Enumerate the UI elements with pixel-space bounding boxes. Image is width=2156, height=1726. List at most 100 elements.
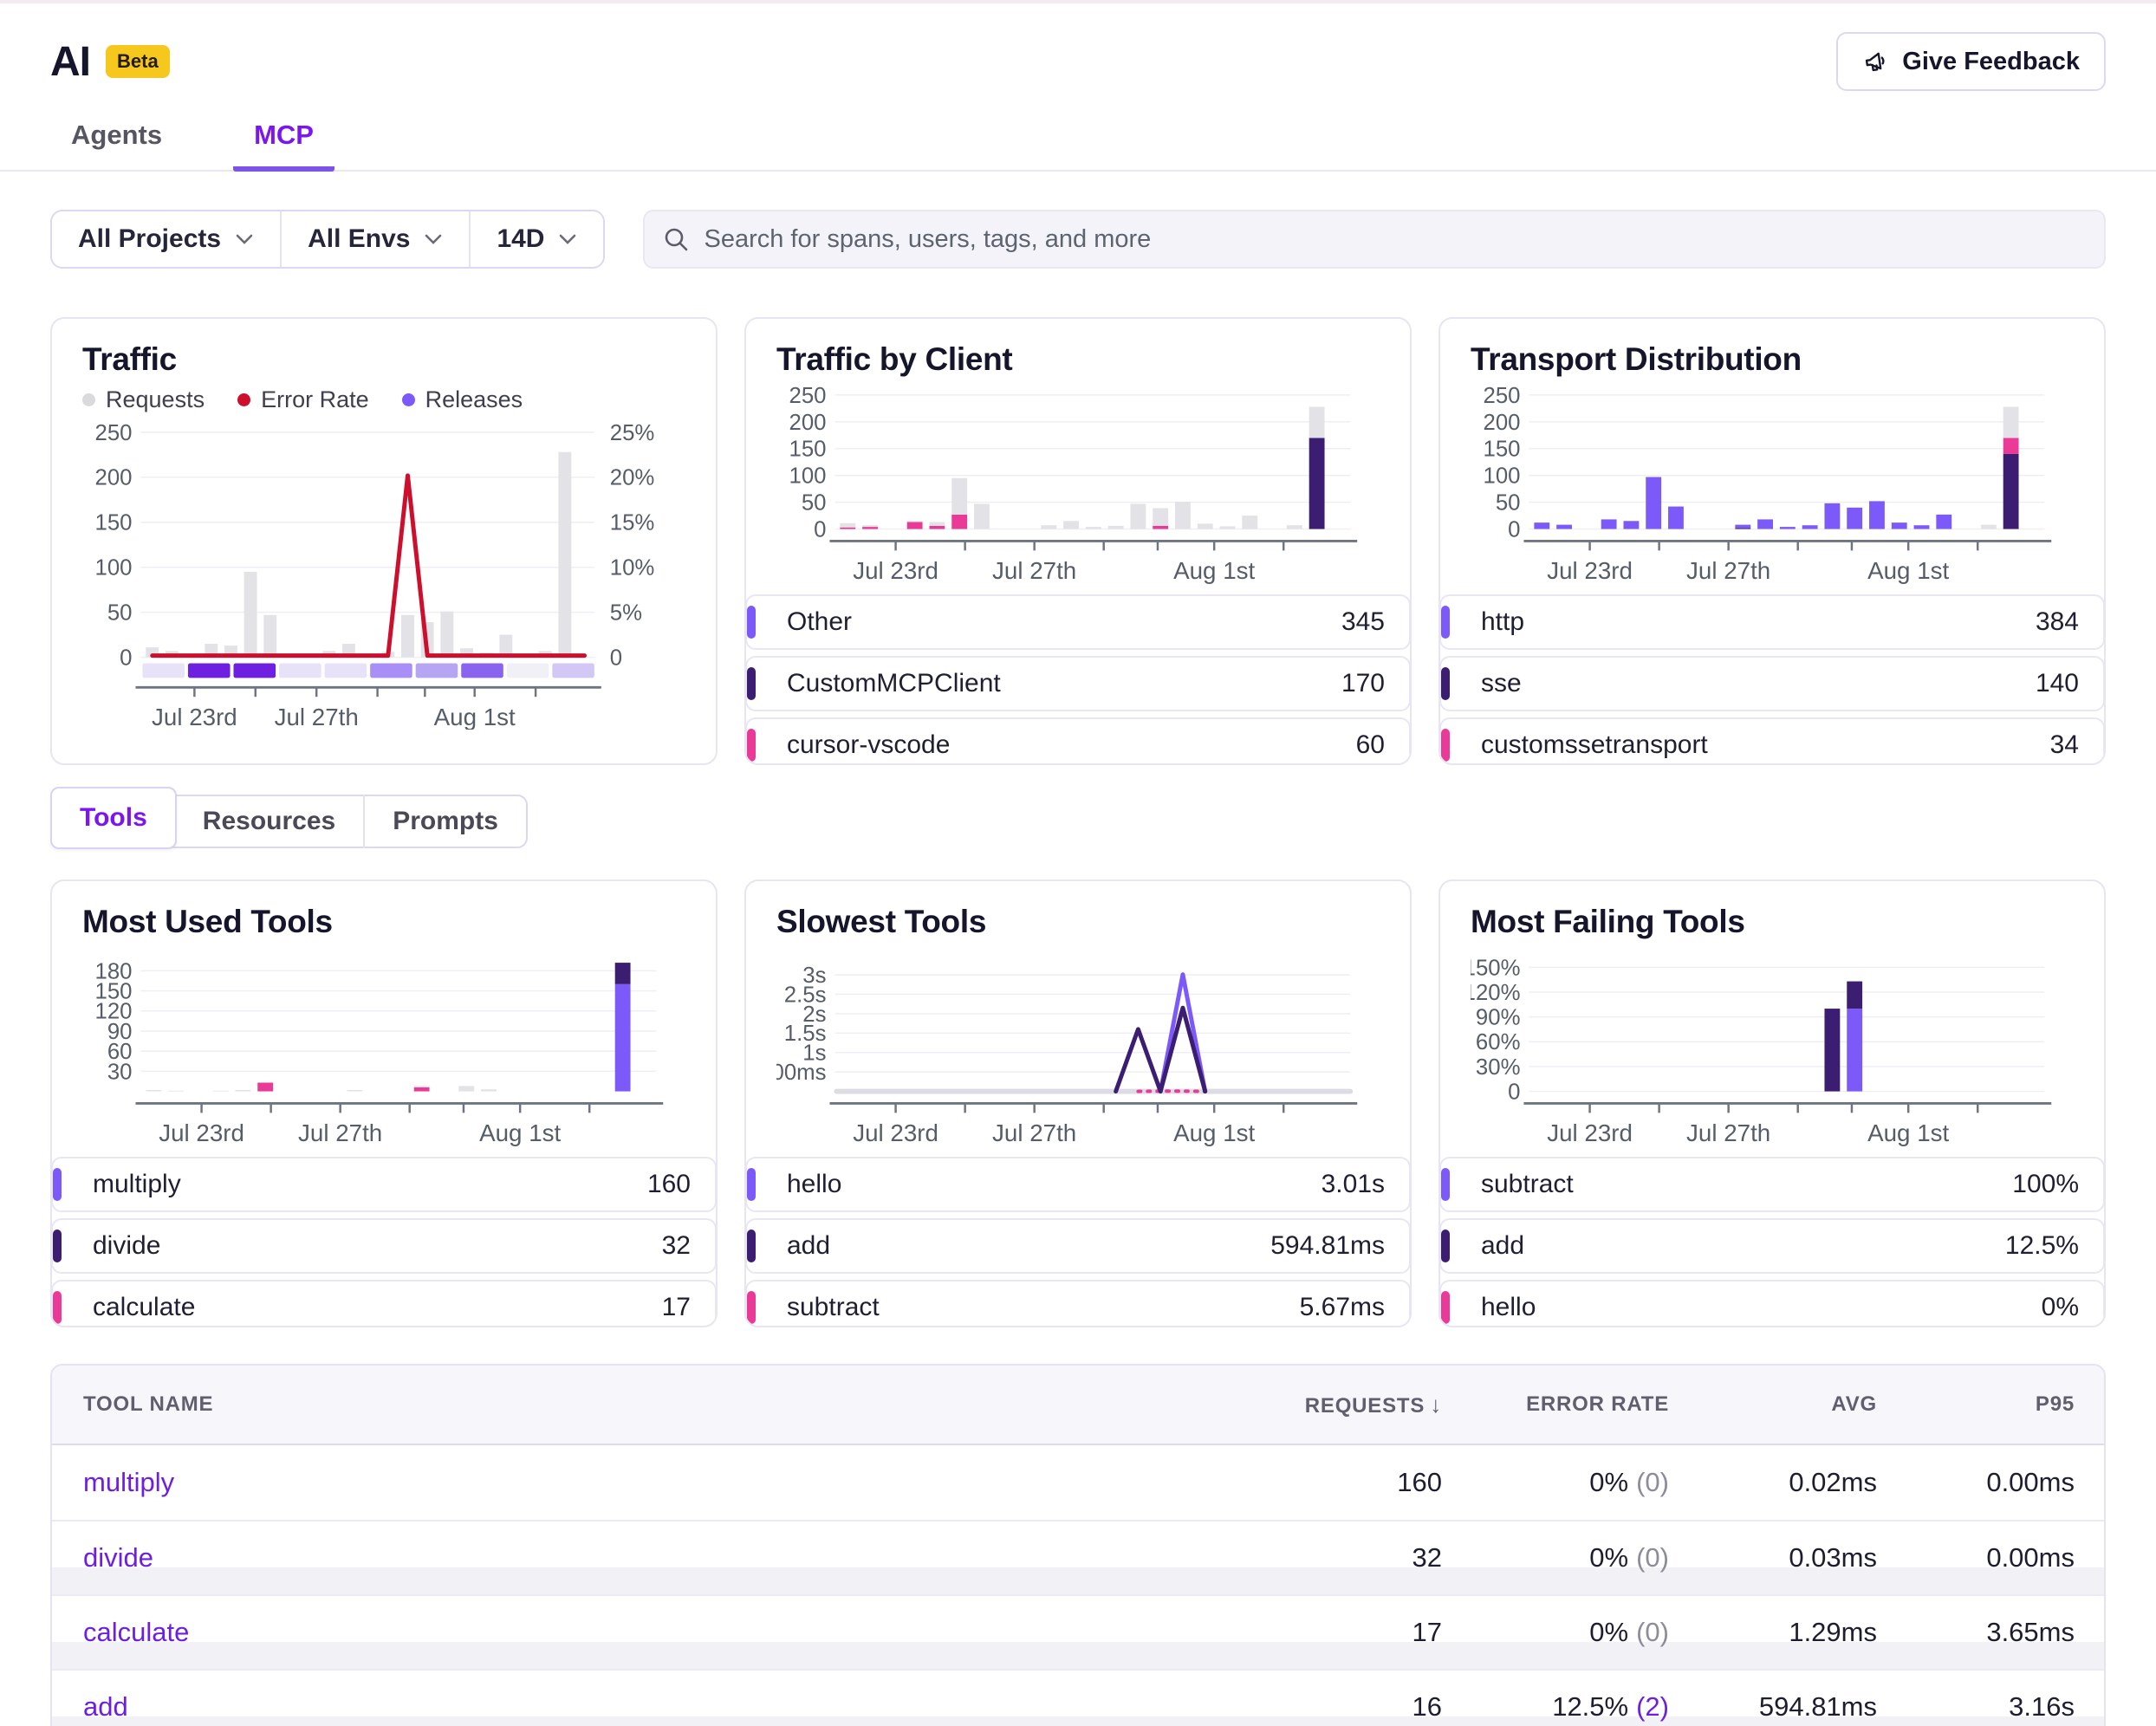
- traffic-by-client-card: Traffic by Client 050100150200250Jul 23r…: [744, 317, 1412, 765]
- megaphone-icon: [1861, 46, 1892, 77]
- svg-text:60%: 60%: [1476, 1030, 1521, 1054]
- tools-table: TOOL NAME REQUESTS↓ ERROR RATE AVG P95 m…: [50, 1364, 2106, 1726]
- legend-label: Releases: [425, 386, 523, 413]
- legend-row-calculate[interactable]: calculate17: [51, 1280, 717, 1327]
- legend-row-multiply[interactable]: multiply160: [51, 1157, 717, 1212]
- series-value: 384: [2036, 607, 2079, 637]
- transport-distribution-card: Transport Distribution 050100150200250Ju…: [1438, 317, 2106, 765]
- slowest-tools-legend: hello3.01s add 594.81ms subtract5.67ms: [745, 1157, 1411, 1327]
- requests-value: 16: [1231, 1691, 1447, 1723]
- tool-name-link[interactable]: calculate: [52, 1617, 1231, 1648]
- series-color-pill: [747, 1230, 756, 1262]
- svg-text:0: 0: [1508, 1080, 1520, 1104]
- series-value: 34: [2050, 730, 2079, 760]
- legend-row-add[interactable]: add 594.81ms: [745, 1218, 1411, 1274]
- column-header-avg[interactable]: AVG: [1674, 1392, 1882, 1417]
- tab-agents[interactable]: Agents: [50, 114, 183, 172]
- legend-row-subtract[interactable]: subtract5.67ms: [745, 1280, 1411, 1327]
- column-header-error-rate[interactable]: ERROR RATE: [1447, 1392, 1674, 1417]
- tab-mcp[interactable]: MCP: [233, 114, 334, 172]
- search-container: [643, 210, 2106, 269]
- legend-row-cursor-vscode[interactable]: cursor-vscode60: [745, 717, 1411, 765]
- tool-name-link[interactable]: divide: [52, 1542, 1231, 1574]
- series-label: add: [787, 1231, 830, 1261]
- series-color-pill: [1441, 667, 1450, 700]
- p95-value: 0.00ms: [1882, 1542, 2104, 1574]
- most-failing-tools-chart: 030%60%90%120%150%Jul 23rdJul 27thAug 1s…: [1471, 947, 2074, 1146]
- error-count[interactable]: (2): [1636, 1691, 1669, 1723]
- svg-text:Aug 1st: Aug 1st: [1867, 557, 1949, 584]
- svg-text:Jul 23rd: Jul 23rd: [152, 704, 237, 730]
- transport-distribution-legend: http384 sse140 customssetransport34: [1439, 594, 2105, 765]
- svg-text:Jul 27th: Jul 27th: [992, 1119, 1076, 1146]
- series-value: 32: [662, 1231, 691, 1261]
- legend-row-customssetransport[interactable]: customssetransport34: [1439, 717, 2105, 765]
- legend-row-CustomMCPClient[interactable]: CustomMCPClient170: [745, 656, 1411, 711]
- most-failing-tools-card: Most Failing Tools 030%60%90%120%150%Jul…: [1438, 879, 2106, 1327]
- series-color-pill: [1441, 606, 1450, 639]
- series-label: Other: [787, 607, 852, 637]
- legend-row-sse[interactable]: sse140: [1439, 656, 2105, 711]
- series-value: 345: [1341, 607, 1385, 637]
- tool-name-link[interactable]: add: [52, 1691, 1231, 1723]
- svg-text:3s: 3s: [802, 964, 826, 988]
- series-color-pill: [53, 1168, 62, 1201]
- legend-row-Other[interactable]: Other 345: [745, 594, 1411, 650]
- series-color-pill: [1441, 1230, 1450, 1262]
- series-value: 140: [2036, 669, 2079, 698]
- table-row-multiply[interactable]: multiply1600%(0)0.02ms0.00ms: [52, 1445, 2104, 1520]
- svg-text:180: 180: [95, 959, 133, 983]
- tool-name-link[interactable]: multiply: [52, 1467, 1231, 1498]
- series-value: 0%: [2042, 1293, 2079, 1322]
- tab-prompts[interactable]: Prompts: [365, 795, 526, 848]
- svg-text:100: 100: [95, 556, 133, 581]
- legend-row-subtract[interactable]: subtract100%: [1439, 1157, 2105, 1212]
- svg-text:150: 150: [1484, 438, 1521, 462]
- legend-row-add[interactable]: add12.5%: [1439, 1218, 2105, 1274]
- series-value: 170: [1341, 669, 1385, 698]
- series-value: 17: [662, 1293, 691, 1322]
- svg-text:150: 150: [789, 438, 827, 462]
- legend-item-releases[interactable]: Releases: [402, 386, 523, 413]
- svg-text:10%: 10%: [610, 556, 655, 581]
- date-range-dropdown[interactable]: 14D: [471, 211, 603, 267]
- legend-row-http[interactable]: http384: [1439, 594, 2105, 650]
- svg-text:250: 250: [95, 421, 133, 445]
- table-row-calculate[interactable]: calculate170%(0)1.29ms3.65ms: [52, 1594, 2104, 1669]
- legend-row-divide[interactable]: divide32: [51, 1218, 717, 1274]
- series-value: 594.81ms: [1270, 1231, 1385, 1261]
- svg-text:200: 200: [95, 466, 133, 490]
- svg-text:100: 100: [1484, 464, 1521, 489]
- svg-text:0: 0: [814, 517, 826, 542]
- table-row-divide[interactable]: divide320%(0)0.03ms0.00ms: [52, 1520, 2104, 1594]
- series-color-pill: [53, 1291, 62, 1324]
- error-count: (0): [1636, 1617, 1669, 1648]
- avg-value: 1.29ms: [1674, 1617, 1882, 1648]
- envs-filter-label: All Envs: [308, 224, 410, 254]
- column-header-p95[interactable]: P95: [1882, 1392, 2104, 1417]
- give-feedback-button[interactable]: Give Feedback: [1836, 32, 2106, 91]
- requests-value: 17: [1231, 1617, 1447, 1648]
- tab-tools[interactable]: Tools: [50, 787, 177, 849]
- series-value: 60: [1356, 730, 1385, 760]
- envs-filter-dropdown[interactable]: All Envs: [282, 211, 471, 267]
- column-header-requests[interactable]: REQUESTS↓: [1231, 1392, 1447, 1418]
- legend-dot: [402, 393, 415, 406]
- column-header-tool-name[interactable]: TOOL NAME: [52, 1392, 1231, 1417]
- svg-text:50: 50: [1496, 491, 1521, 516]
- error-rate-value: 0%(0): [1447, 1617, 1674, 1648]
- tools-table-header: TOOL NAME REQUESTS↓ ERROR RATE AVG P95: [52, 1366, 2104, 1445]
- legend-row-hello[interactable]: hello0%: [1439, 1280, 2105, 1327]
- legend-row-hello[interactable]: hello3.01s: [745, 1157, 1411, 1212]
- tab-resources[interactable]: Resources: [175, 795, 365, 848]
- series-label: hello: [787, 1170, 841, 1199]
- slowest-tools-card: Slowest Tools 500ms1s1.5s2s2.5s3sJul 23r…: [744, 879, 1412, 1327]
- svg-text:Jul 27th: Jul 27th: [275, 704, 359, 730]
- search-input[interactable]: [643, 210, 2106, 269]
- legend-item-error-rate[interactable]: Error Rate: [237, 386, 369, 413]
- legend-item-requests[interactable]: Requests: [82, 386, 205, 413]
- projects-filter-dropdown[interactable]: All Projects: [52, 211, 282, 267]
- traffic-by-client-legend: Other 345 CustomMCPClient170 cursor-vscode6…: [745, 594, 1411, 765]
- svg-text:Jul 23rd: Jul 23rd: [853, 1119, 938, 1146]
- table-row-add[interactable]: add1612.5%(2)594.81ms3.16s: [52, 1669, 2104, 1726]
